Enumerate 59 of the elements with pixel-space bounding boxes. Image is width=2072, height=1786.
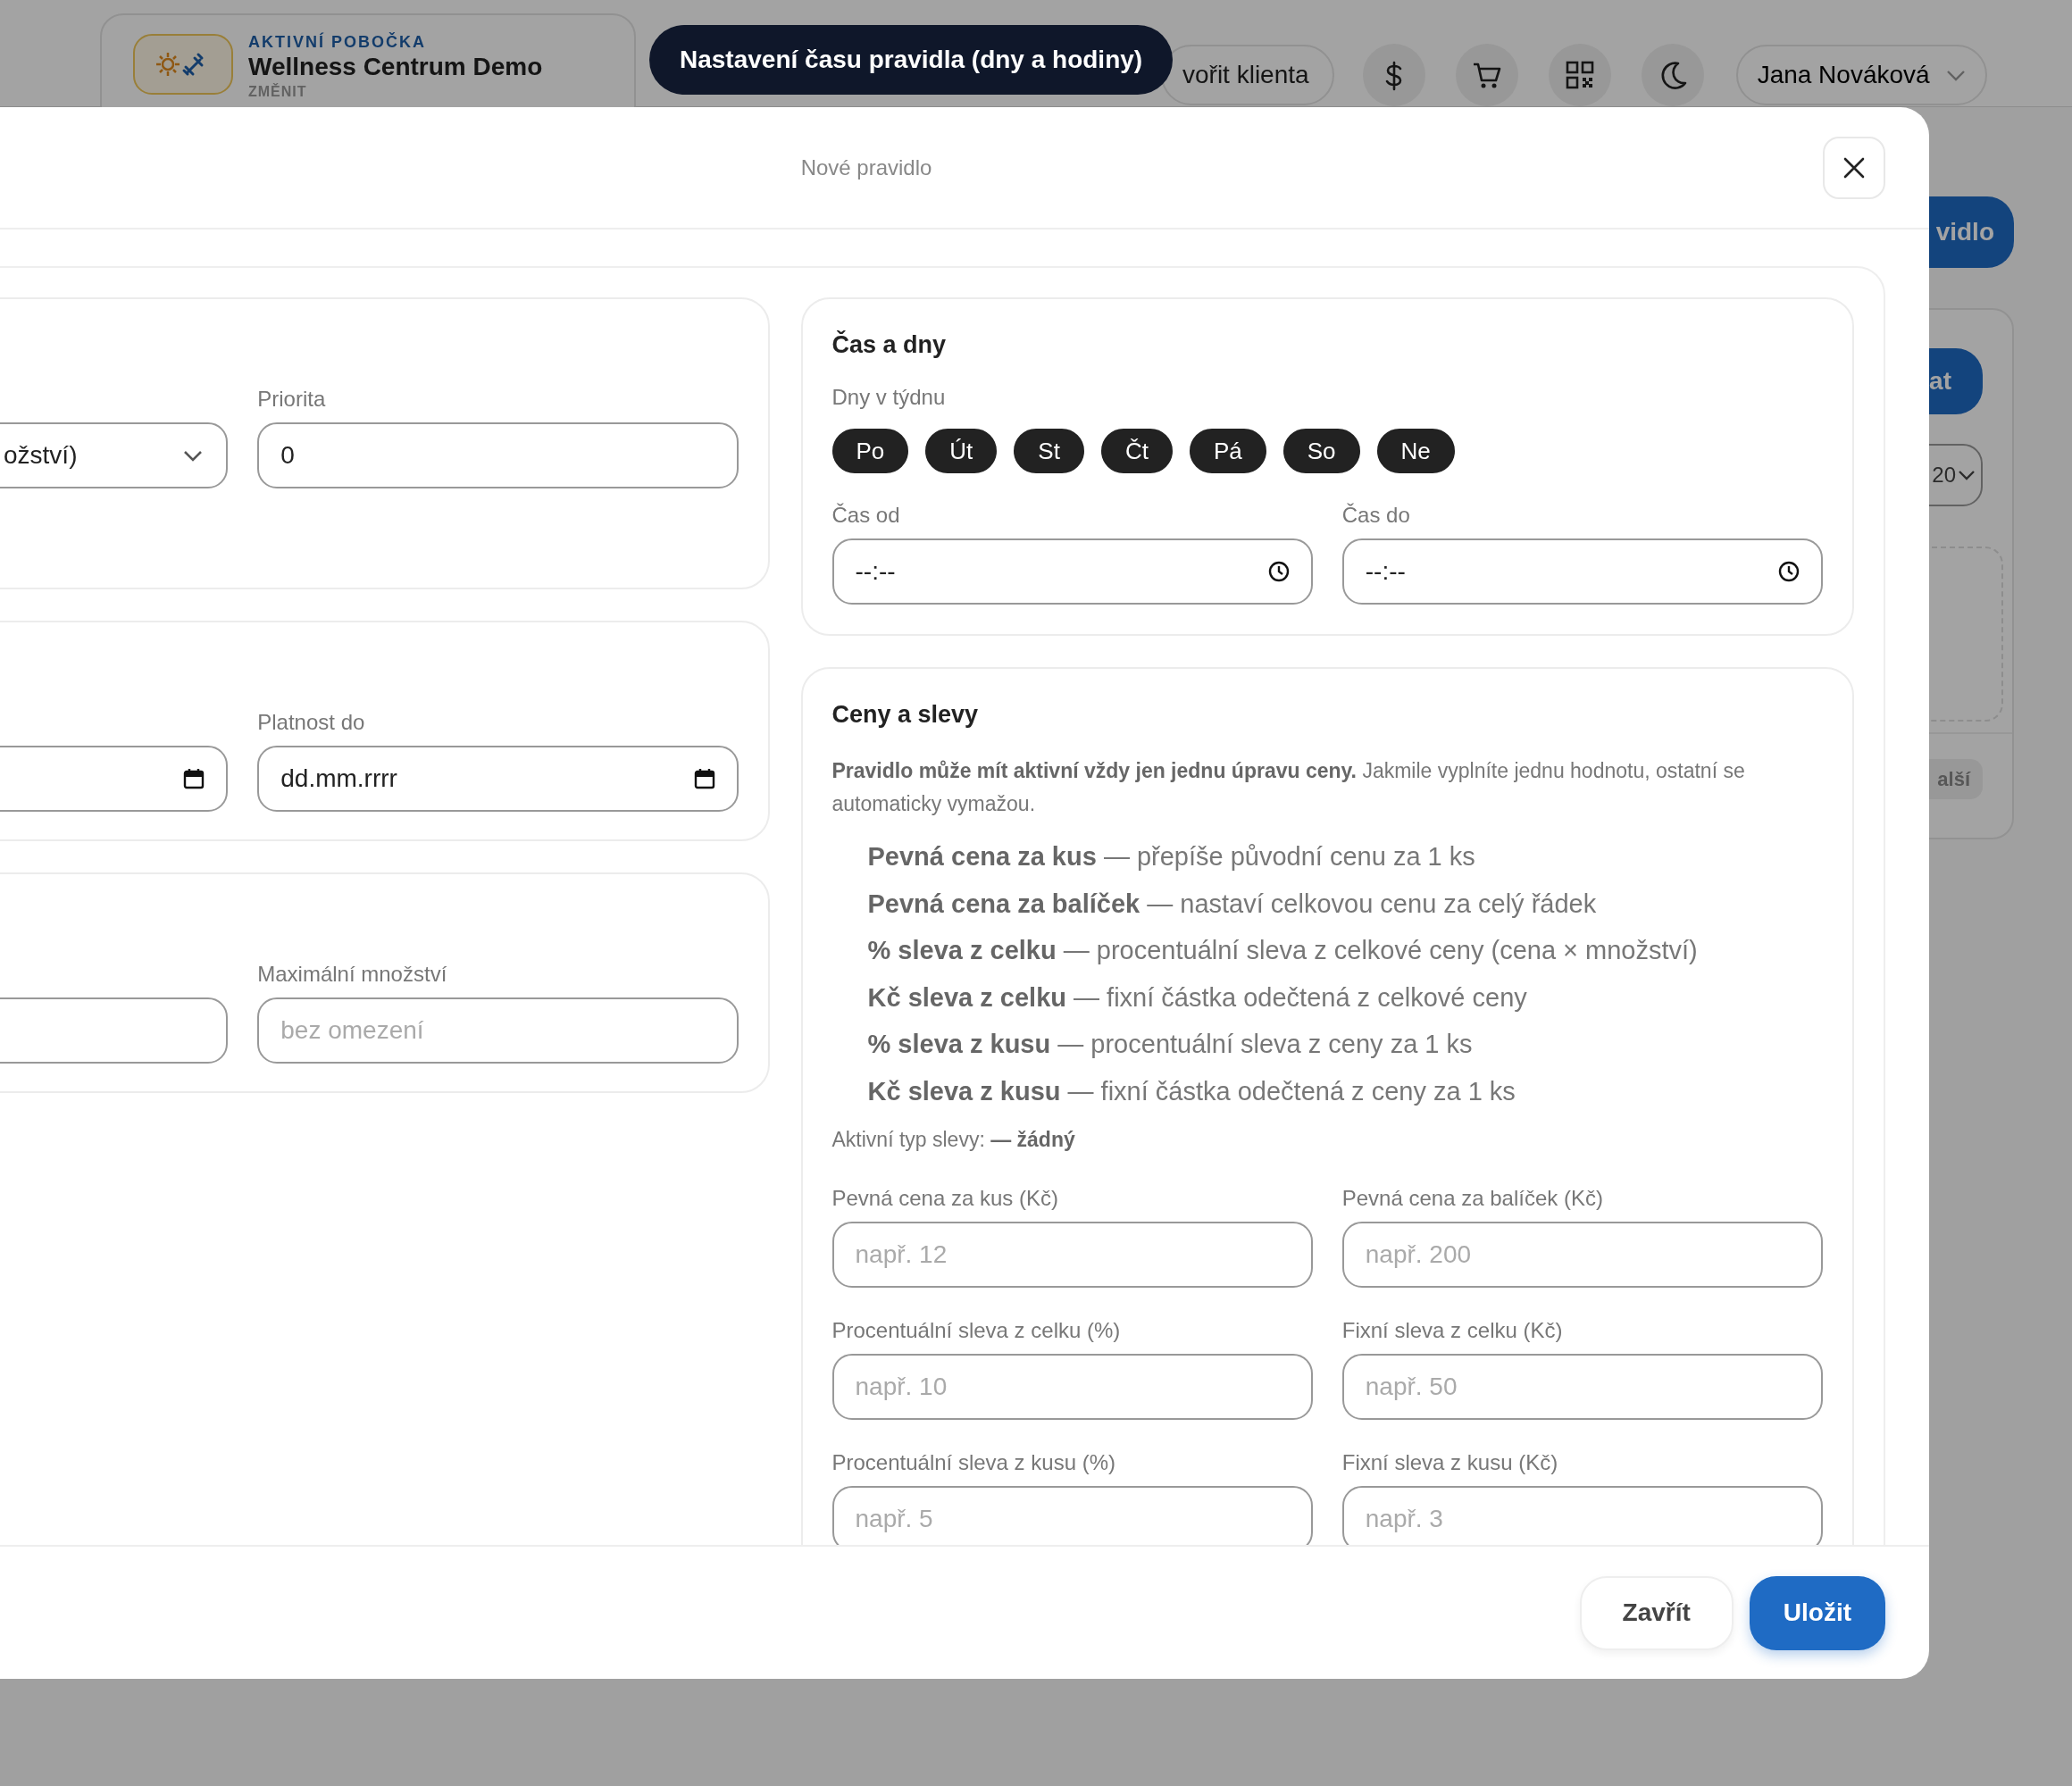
day-toggle[interactable]: Pá [1189, 429, 1266, 473]
field-label: Platnost do [257, 709, 366, 736]
option-description: % sleva z kusu — procentuální sleva z ceny za 1 ks [867, 1029, 1474, 1061]
modal-title: Nové pravidlo [799, 154, 933, 181]
branch-name: Wellness Centrum Demo [248, 52, 543, 82]
calendar-icon [183, 768, 205, 789]
save-button[interactable]: Uložit [1749, 1575, 1885, 1650]
chevron-down-icon [1945, 69, 1966, 81]
card-title: Ceny a slevy [831, 700, 980, 730]
field-label: Procentuální sleva z kusu (%) [831, 1448, 1116, 1476]
date-field[interactable]: dd.mm.rrrr [257, 746, 739, 812]
branch-label: AKTIVNÍ POBOČKA [248, 33, 427, 51]
input-field[interactable]: 0 [257, 422, 739, 488]
day-toggle[interactable]: Út [925, 429, 998, 473]
field-label: Pevná cena za balíček (Kč) [1341, 1184, 1604, 1212]
field-label: Fixní sleva z kusu (Kč) [1341, 1448, 1559, 1476]
day-toggle[interactable]: Ne [1376, 429, 1455, 473]
input-field[interactable]: např. 3 [1341, 1485, 1823, 1545]
field-label: Pevná cena za kus (Kč) [831, 1184, 1059, 1212]
active-type-text: Aktivní typ slevy: — žádný [831, 1126, 1076, 1153]
field-label: Čas do [1341, 502, 1411, 529]
close-icon [1842, 155, 1866, 179]
input-field[interactable]: např. 10 [831, 1353, 1313, 1420]
option-description: Kč sleva z kusu — fixní částka odečtená z ceny za 1 ks [867, 1075, 1516, 1107]
info-text: Pravidlo může mít aktivní vždy jen jednu úpravu ceny. Jakmile vyplníte jednu hodnotu, ostatní se automaticky vymažou. [831, 758, 1746, 817]
input-field[interactable]: bez omezení [257, 997, 739, 1064]
day-toggle[interactable]: Po [831, 429, 909, 473]
branch-logo-icon [132, 33, 234, 96]
day-toggle[interactable]: St [1014, 429, 1084, 473]
option-description: Pevná cena za kus — přepíše původní cenu za 1 ks [867, 841, 1476, 872]
time-field[interactable]: --:-- [1341, 538, 1823, 605]
card-title: Čas a dny [831, 330, 948, 360]
input-field[interactable]: např. 50 [1341, 1353, 1823, 1420]
time-field[interactable]: --:-- [831, 538, 1313, 605]
create-client-button[interactable]: vořit klienta [1161, 45, 1334, 105]
input-field[interactable]: např. 5 [831, 1485, 1313, 1545]
user-menu-button[interactable]: Jana Nováková [1735, 45, 1987, 105]
field-label: Čas od [831, 502, 901, 529]
clock-icon [1778, 561, 1800, 582]
tooltip: Nastavení času pravidla (dny a hodiny) [649, 25, 1174, 95]
chevron-down-icon [183, 449, 204, 462]
input-field[interactable]: např. 12 [831, 1221, 1313, 1288]
input-field[interactable]: např. 200 [1341, 1221, 1823, 1288]
field-label: Maximální množství [257, 961, 448, 988]
field-label: Procentuální sleva z celku (%) [831, 1316, 1122, 1344]
field-label: Priorita [257, 386, 327, 413]
field-label: Dny v týdnu [831, 384, 947, 411]
chevron-down-icon [1958, 468, 1976, 481]
close-button[interactable]: Zavřít [1579, 1575, 1734, 1650]
day-toggle[interactable]: So [1282, 429, 1360, 473]
close-button[interactable] [1823, 136, 1885, 199]
option-description: Kč sleva z celku — fixní částka odečtená z celkové ceny [867, 981, 1528, 1014]
field-label: Fixní sleva z celku (Kč) [1341, 1316, 1564, 1344]
select-field[interactable]: ožství) [0, 422, 229, 488]
calendar-icon [693, 768, 715, 789]
option-description: % sleva z celku — procentuální sleva z celkové ceny (cena × množství) [867, 935, 1699, 967]
day-toggle[interactable]: Čt [1100, 429, 1173, 473]
option-description: Pevná cena za balíček — nastaví celkovou cenu za celý řádek [867, 888, 1598, 920]
clock-icon [1267, 561, 1290, 582]
